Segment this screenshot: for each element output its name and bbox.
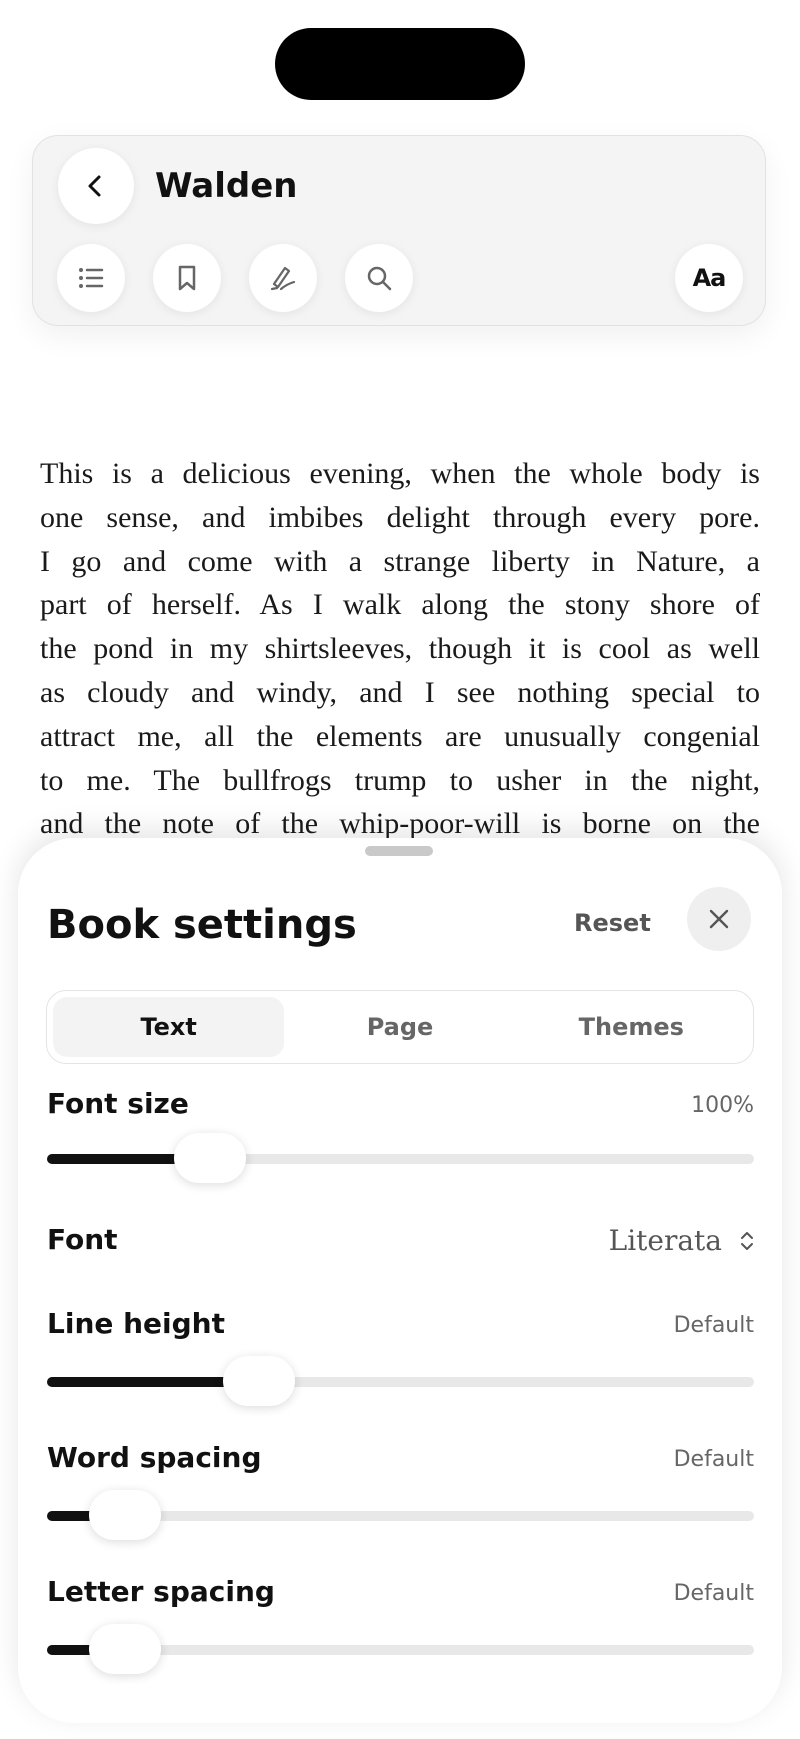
book-text: This is a delicious evening, when the wh… bbox=[40, 452, 760, 846]
highlighter-icon bbox=[270, 266, 296, 291]
word-spacing-label: Word spacing bbox=[47, 1441, 262, 1474]
list-icon bbox=[79, 268, 104, 288]
font-label: Font bbox=[47, 1223, 118, 1256]
bookmark-icon bbox=[178, 265, 196, 291]
settings-tabs: Text Page Themes bbox=[46, 990, 754, 1064]
slider-thumb[interactable] bbox=[173, 1133, 246, 1183]
text-line: attract me, all the elements are unusual… bbox=[40, 719, 760, 753]
letter-spacing-slider[interactable] bbox=[47, 1624, 754, 1674]
close-icon bbox=[709, 909, 729, 929]
chevron-up-down-icon bbox=[741, 1232, 753, 1250]
letter-spacing-label: Letter spacing bbox=[47, 1575, 275, 1608]
font-select-value: Literata bbox=[608, 1224, 722, 1257]
text-line: part of herself. As I walk along the sto… bbox=[40, 588, 760, 622]
slider-thumb[interactable] bbox=[223, 1356, 296, 1406]
letter-spacing-value: Default bbox=[673, 1581, 754, 1606]
book-title: Walden bbox=[155, 166, 298, 206]
line-height-slider[interactable] bbox=[47, 1356, 754, 1406]
text-line: the pond in my shirtsleeves, though it i… bbox=[40, 632, 760, 666]
line-height-label: Line height bbox=[47, 1307, 225, 1340]
text-line: This is a delicious evening, when the wh… bbox=[40, 457, 760, 490]
line-height-value: Default bbox=[673, 1313, 754, 1338]
highlight-button[interactable] bbox=[249, 244, 317, 312]
font-size-slider[interactable] bbox=[47, 1133, 754, 1183]
search-button[interactable] bbox=[345, 244, 413, 312]
font-select[interactable]: Literata bbox=[609, 1221, 754, 1261]
reset-button[interactable]: Reset bbox=[574, 906, 651, 940]
text-line: as cloudy and windy, and I see nothing s… bbox=[40, 675, 760, 709]
text-settings-button[interactable]: Aa bbox=[675, 244, 743, 312]
chevron-left-icon bbox=[88, 175, 101, 197]
tab-themes[interactable]: Themes bbox=[516, 997, 747, 1057]
bookmark-button[interactable] bbox=[153, 244, 221, 312]
sheet-grabber[interactable] bbox=[365, 846, 433, 856]
slider-thumb[interactable] bbox=[88, 1490, 161, 1540]
font-size-value: 100% bbox=[691, 1093, 754, 1118]
font-size-label: Font size bbox=[47, 1087, 189, 1120]
text-settings-label: Aa bbox=[692, 264, 727, 292]
close-button[interactable] bbox=[687, 887, 751, 951]
dynamic-island bbox=[275, 28, 525, 100]
word-spacing-value: Default bbox=[673, 1447, 754, 1472]
text-line: I go and come with a strange liberty in … bbox=[40, 544, 760, 578]
table-of-contents-button[interactable] bbox=[57, 244, 125, 312]
tab-text[interactable]: Text bbox=[53, 997, 285, 1057]
reader-toolbar: Walden Aa bbox=[32, 135, 766, 326]
search-icon bbox=[367, 266, 392, 291]
back-button[interactable] bbox=[58, 148, 134, 224]
tab-page[interactable]: Page bbox=[284, 997, 515, 1057]
text-line: to me. The bullfrogs trump to usher in t… bbox=[40, 763, 760, 797]
book-settings-sheet: Book settings Reset Text Page Themes Fon… bbox=[18, 838, 782, 1723]
sheet-title: Book settings bbox=[47, 902, 357, 948]
word-spacing-slider[interactable] bbox=[47, 1490, 754, 1540]
text-line: one sense, and imbibes delight through e… bbox=[40, 500, 760, 534]
slider-thumb[interactable] bbox=[88, 1624, 161, 1674]
